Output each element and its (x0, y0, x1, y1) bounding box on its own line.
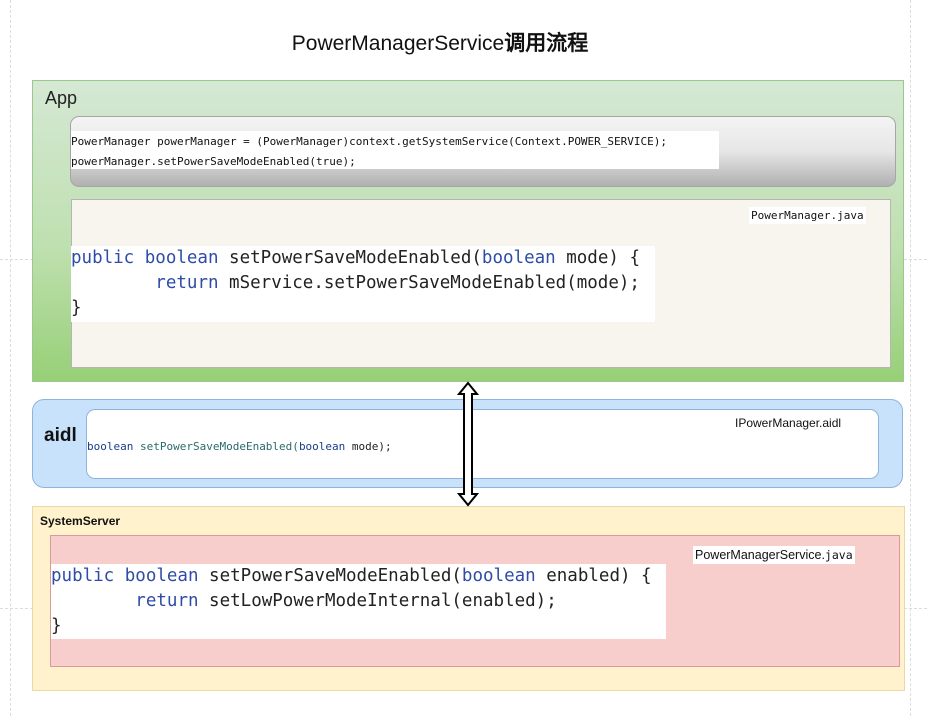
guide-line (910, 0, 911, 716)
powermanager-code: public boolean setPowerSaveModeEnabled(b… (71, 246, 655, 322)
title-cn: 调用流程 (504, 32, 589, 55)
code-text: enabled) { (535, 566, 652, 586)
code-keyword: return (155, 273, 219, 293)
code-text: mService.setPowerSaveModeEnabled(mode); (218, 273, 640, 293)
code-text: mode) { (555, 248, 640, 268)
code-keyword: return (135, 591, 199, 611)
file-label-ipowermanager: IPowerManager.aidl (735, 416, 842, 430)
guide-line (10, 0, 11, 716)
code-keyword: boolean (298, 440, 346, 453)
powermanagerservice-code: public boolean setPowerSaveModeEnabled(b… (51, 564, 666, 639)
code-line: return mService.setPowerSaveModeEnabled(… (71, 271, 655, 296)
code-line: } (51, 616, 62, 636)
code-keyword: boolean (461, 566, 536, 586)
code-keyword: public boolean (71, 248, 219, 268)
code-text: setPowerSaveModeEnabled( (218, 248, 482, 268)
systemserver-label: SystemServer (40, 514, 121, 528)
double-arrow-icon (456, 381, 480, 507)
app-label: App (45, 88, 78, 108)
code-keyword: boolean (87, 440, 134, 453)
code-line: } (71, 298, 82, 318)
title-main: PowerManagerService (291, 32, 505, 55)
file-name: PowerManagerService. (695, 548, 825, 562)
code-line: return setLowPowerModeInternal(enabled); (51, 589, 666, 614)
page-title: PowerManagerService调用流程 (0, 27, 880, 57)
code-line: public boolean setPowerSaveModeEnabled(b… (51, 564, 666, 589)
aidl-code: boolean setPowerSaveModeEnabled(boolean … (87, 440, 392, 453)
snippet-line: PowerManager powerManager = (PowerManage… (71, 135, 668, 148)
app-usage-snippet: PowerManager powerManager = (PowerManage… (71, 131, 719, 169)
file-label-powermanager: PowerManager.java (749, 207, 866, 224)
code-text: mode); (345, 440, 392, 453)
aidl-label: aidl (44, 425, 77, 446)
code-keyword: public boolean (51, 566, 199, 586)
code-text: setLowPowerModeInternal(enabled); (198, 591, 557, 611)
snippet-line: powerManager.setPowerSaveModeEnabled(tru… (71, 155, 356, 168)
code-keyword: boolean (481, 248, 556, 268)
file-label-powermanagerservice: PowerManagerService.java (693, 546, 855, 564)
code-text: setPowerSaveModeEnabled( (198, 566, 462, 586)
code-line: public boolean setPowerSaveModeEnabled(b… (71, 246, 655, 271)
code-text: setPowerSaveModeEnabled( (133, 440, 299, 453)
file-ext: java (824, 548, 853, 562)
